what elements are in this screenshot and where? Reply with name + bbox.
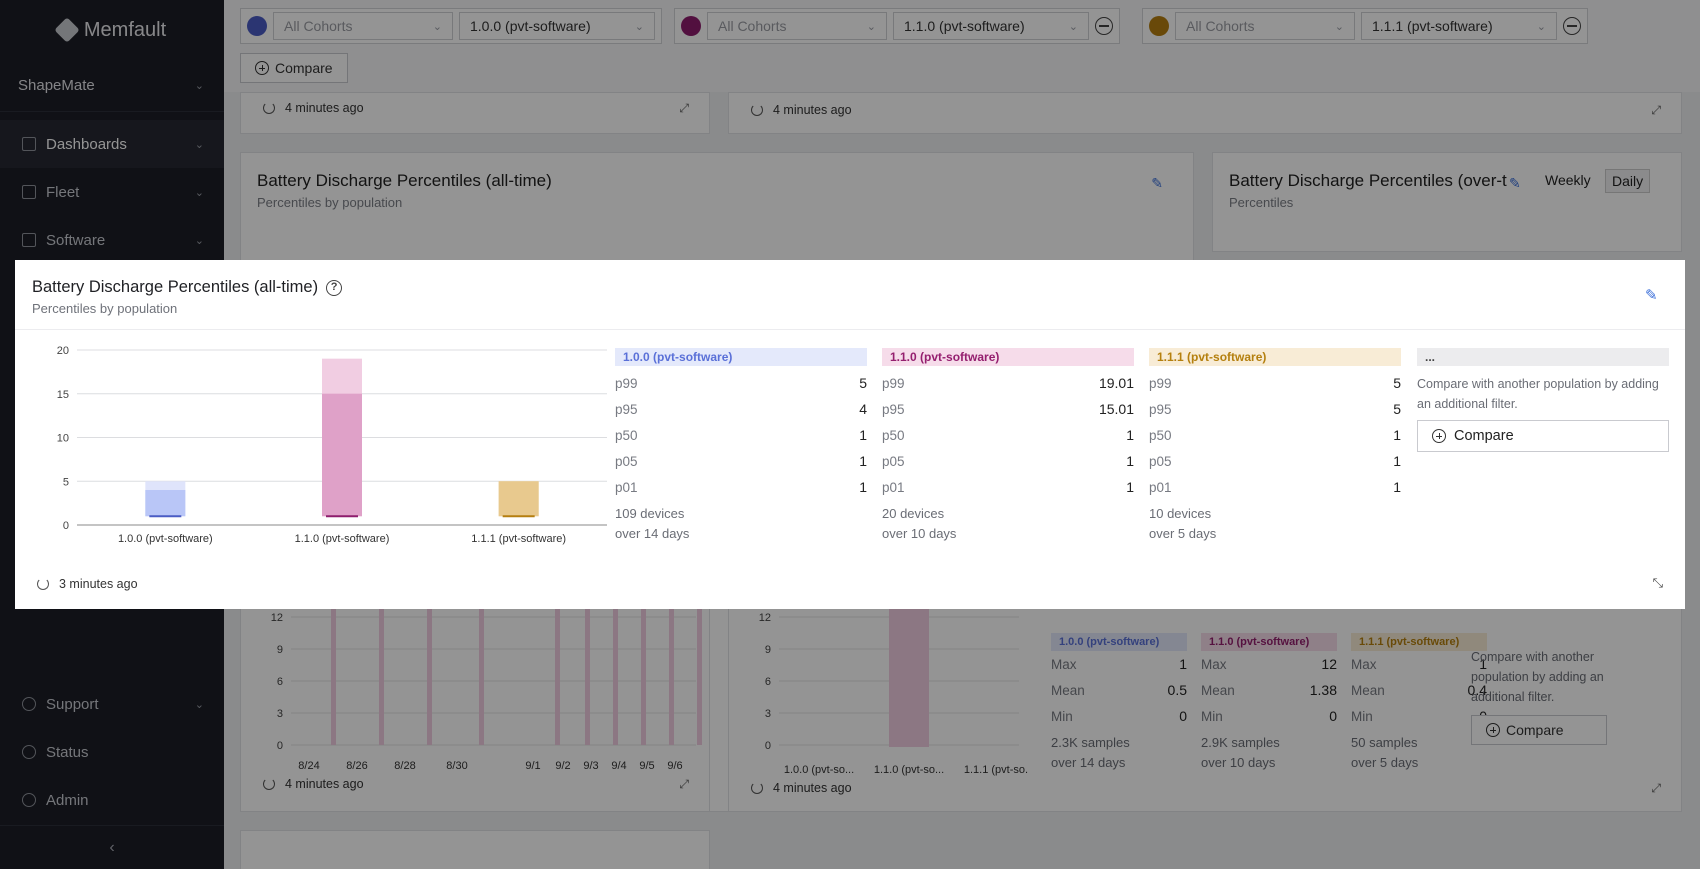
edit-icon[interactable]: ✎ (1645, 286, 1661, 304)
collapse-icon[interactable]: ⤡ (1653, 575, 1663, 591)
percentile-row: p05 1 (615, 448, 867, 474)
percentile-row: p50 1 (615, 422, 867, 448)
y-tick-label: 5 (63, 476, 69, 488)
percentile-value: 1 (859, 427, 867, 443)
percentile-label: p50 (882, 427, 905, 443)
x-tick-label: 1.1.0 (pvt-software) (295, 533, 390, 545)
percentile-value: 19.01 (1098, 375, 1134, 391)
percentile-row: p50 1 (1149, 422, 1401, 448)
population-footer: 10 devices over 5 days (1149, 504, 1401, 544)
population-footer: 20 devices over 10 days (882, 504, 1134, 544)
percentile-value: 1 (1126, 427, 1134, 443)
population-column: 1.1.1 (pvt-software) p99 5 p95 5 p50 1 p05 1 p01… (1149, 348, 1401, 544)
percentile-label: p99 (882, 375, 905, 391)
time-span: over 5 days (1149, 526, 1217, 541)
percentile-label: p95 (882, 401, 905, 417)
time-span: over 10 days (882, 526, 957, 541)
modal-subtitle: Percentiles by population (32, 301, 178, 316)
percentile-value: 1 (1393, 479, 1401, 495)
population-footer: 109 devices over 14 days (615, 504, 867, 544)
percentile-row: p05 1 (1149, 448, 1401, 474)
percentile-label: p05 (1149, 453, 1172, 469)
population-tag: 1.0.0 (pvt-software) (615, 348, 867, 366)
percentile-label: p99 (1149, 375, 1172, 391)
device-count: 109 devices (615, 506, 685, 521)
percentile-row: p95 15.01 (882, 396, 1134, 422)
percentile-row: p95 4 (615, 396, 867, 422)
compare-panel: ... Compare with another population by a… (1417, 348, 1669, 452)
percentile-value: 5 (1393, 401, 1401, 417)
percentile-label: p95 (1149, 401, 1172, 417)
percentile-row: p99 5 (615, 370, 867, 396)
percentiles-chart-svg: 0 5 10 15 20 1.0.0 (pvt-software) 1.1.0 (pvt-s… (57, 345, 607, 545)
population-tag: 1.1.0 (pvt-software) (882, 348, 1134, 366)
percentile-label: p01 (1149, 479, 1172, 495)
time-span: over 14 days (615, 526, 690, 541)
compare-button[interactable]: Compare (1417, 420, 1669, 452)
modal-title: Battery Discharge Percentiles (all-time)… (32, 278, 343, 297)
percentile-row: p05 1 (882, 448, 1134, 474)
population-column: 1.0.0 (pvt-software) p99 5 p95 4 p50 1 p05 1 p01… (615, 348, 867, 544)
help-icon[interactable]: ? (326, 279, 343, 296)
y-tick-label: 15 (57, 389, 69, 401)
percentile-value: 1 (1393, 427, 1401, 443)
device-count: 20 devices (882, 506, 945, 521)
add-circle-icon (1432, 429, 1446, 443)
percentile-label: p05 (882, 453, 905, 469)
percentile-row: p01 1 (882, 474, 1134, 500)
percentiles-chart: 0 5 10 15 20 1.0.0 (pvt-software) 1.1.0 (pvt-s… (32, 340, 612, 550)
percentile-value: 1 (859, 453, 867, 469)
percentile-row: p95 5 (1149, 396, 1401, 422)
device-count: 10 devices (1149, 506, 1212, 521)
percentile-label: p01 (882, 479, 905, 495)
y-tick-label: 10 (57, 433, 69, 445)
expanded-chart-modal: Battery Discharge Percentiles (all-time)… (15, 260, 1685, 609)
percentile-row: p99 19.01 (882, 370, 1134, 396)
modal-header: Battery Discharge Percentiles (all-time)… (15, 260, 1685, 330)
percentile-row: p50 1 (882, 422, 1134, 448)
percentile-label: p95 (615, 401, 638, 417)
percentile-label: p01 (615, 479, 638, 495)
percentile-row: p99 5 (1149, 370, 1401, 396)
percentile-value: 4 (859, 401, 867, 417)
population-column: 1.1.0 (pvt-software) p99 19.01 p95 15.01 p50… (882, 348, 1134, 544)
refresh-icon (37, 578, 49, 590)
bar-p95-range[interactable] (498, 481, 539, 517)
refresh-timestamp[interactable]: 3 minutes ago (37, 577, 138, 591)
x-tick-label: 1.1.1 (pvt-software) (471, 533, 566, 545)
percentile-value: 1 (859, 479, 867, 495)
percentile-value: 5 (1393, 375, 1401, 391)
bar-p95-range[interactable] (322, 393, 362, 517)
population-tag: 1.1.1 (pvt-software) (1149, 348, 1401, 366)
percentile-value: 1 (1126, 479, 1134, 495)
percentile-value: 1 (1126, 453, 1134, 469)
x-tick-label: 1.0.0 (pvt-software) (118, 533, 213, 545)
percentile-value: 15.01 (1098, 401, 1134, 417)
percentile-row: p01 1 (1149, 474, 1401, 500)
bar-p95-range[interactable] (145, 490, 186, 517)
compare-note: Compare with another population by addin… (1417, 377, 1659, 411)
percentile-label: p05 (615, 453, 638, 469)
percentile-label: p50 (1149, 427, 1172, 443)
y-tick-label: 0 (63, 520, 69, 532)
percentile-label: p99 (615, 375, 638, 391)
percentile-value: 5 (859, 375, 867, 391)
percentile-label: p50 (615, 427, 638, 443)
percentile-row: p01 1 (615, 474, 867, 500)
more-tag: ... (1417, 348, 1669, 366)
percentile-value: 1 (1393, 453, 1401, 469)
y-tick-label: 20 (57, 345, 69, 357)
